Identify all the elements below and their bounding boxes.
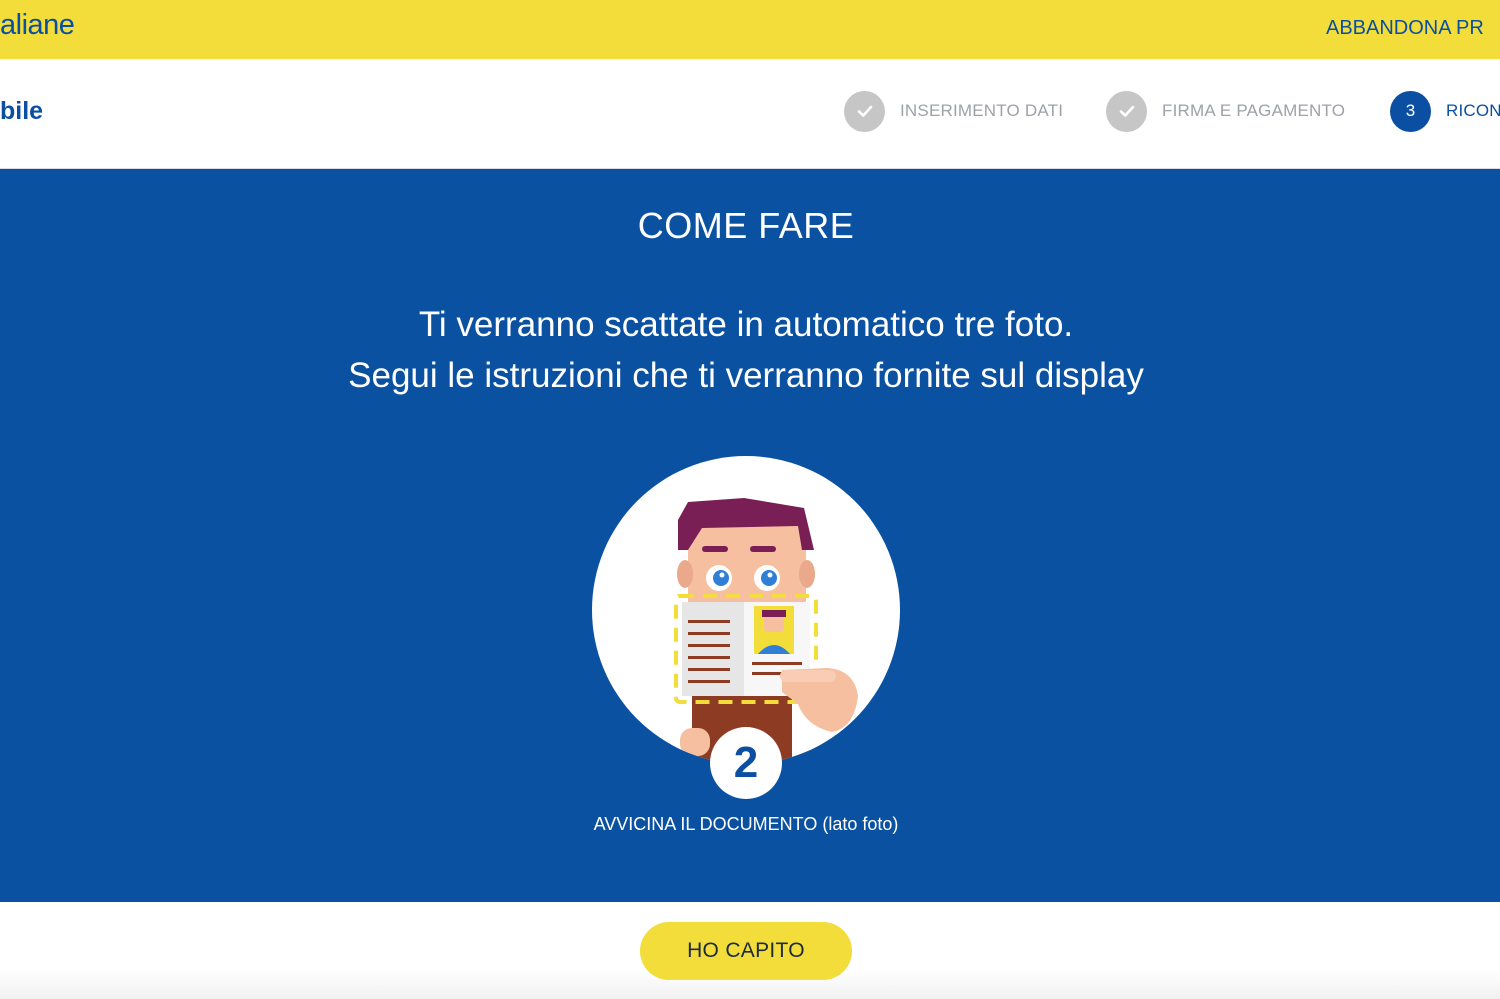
instructions-panel: COME FARE Ti verranno scattate in automa…: [0, 169, 1500, 902]
ho-capito-button[interactable]: HO CAPITO: [640, 922, 852, 980]
step-label: RICON: [1446, 101, 1500, 120]
check-icon: [844, 90, 885, 132]
top-bar: aliane ABBANDONA PR: [0, 0, 1500, 59]
brand-logo-text: aliane: [0, 9, 75, 41]
abandon-process-link[interactable]: ABBANDONA PR: [1326, 17, 1484, 40]
instruction-line-2: Segui le istruzioni che ti verranno forn…: [348, 356, 1144, 395]
instruction-line-1: Ti verranno scattate in automatico tre f…: [418, 305, 1074, 344]
footer-bar: HO CAPITO: [0, 902, 1500, 999]
panel-title: COME FARE: [637, 205, 855, 246]
step-label: FIRMA E PAGAMENTO: [1162, 101, 1346, 120]
step-riconoscimento: 3 RICON: [1390, 90, 1500, 132]
step-inserimento-dati: INSERIMENTO DATI: [844, 90, 1063, 132]
step-firma-e-pagamento: FIRMA E PAGAMENTO: [1106, 90, 1345, 132]
step-label: INSERIMENTO DATI: [900, 101, 1064, 120]
illustration-caption: AVVICINA IL DOCUMENTO (lato foto): [593, 814, 899, 834]
person-holding-id-document-illustration: [592, 456, 900, 764]
step-number-badge: 2: [710, 727, 782, 799]
step-number-badge: 3: [1390, 90, 1431, 132]
check-icon: [1106, 90, 1147, 132]
product-name: bile: [0, 97, 44, 125]
progress-header: bile INSERIMENTO DATI FIRMA E PAGAMENTO …: [0, 59, 1500, 169]
